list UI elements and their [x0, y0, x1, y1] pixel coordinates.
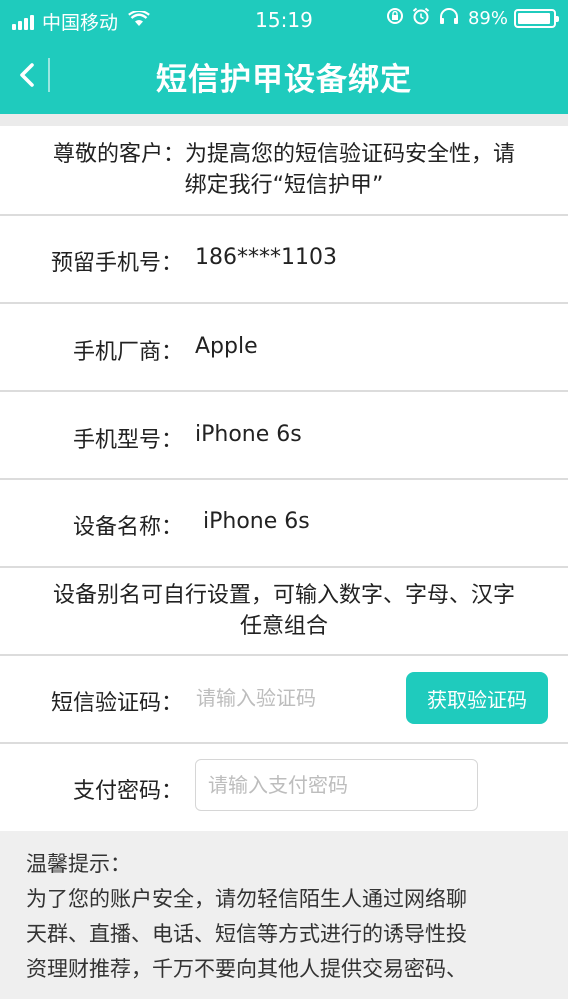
alias-hint-line-2: 任意组合: [239, 614, 328, 639]
tips-section: 温馨提示： 为了您的账户安全，请勿轻信陌生人通过网络聊 天群、直播、电话、短信等…: [0, 831, 568, 999]
phone-label: 预留手机号：: [50, 251, 183, 276]
alias-hint: 设备别名可自行设置，可输入数字、字母、汉字 任意组合: [0, 568, 568, 656]
tips-line-3: 资理财推荐，千万不要向其他人提供交易密码、: [26, 957, 467, 981]
tips-line-1: 为了您的账户安全，请勿轻信陌生人通过网络聊: [26, 887, 467, 911]
rotation-lock-icon: [386, 7, 404, 30]
app-header: 中国移动 15:19 89% 短信护甲设备绑定: [0, 0, 568, 114]
model-label: 手机型号：: [72, 428, 183, 453]
model-row: 手机型号： iPhone 6s: [0, 392, 568, 480]
phone-value: 186****1103: [195, 245, 337, 270]
sms-code-input[interactable]: [196, 676, 386, 720]
maker-label: 手机厂商：: [72, 340, 183, 365]
password-input[interactable]: [195, 759, 478, 811]
section-gap: [0, 114, 568, 126]
alias-hint-line-1: 设备别名可自行设置，可输入数字、字母、汉字: [52, 583, 515, 608]
tips-line-2: 天群、直播、电话、短信等方式进行的诱导性投: [26, 922, 467, 946]
password-label: 支付密码：: [72, 779, 183, 804]
device-name-label: 设备名称：: [72, 515, 183, 540]
status-right: 89%: [378, 7, 559, 30]
binding-notice: 尊敬的客户：为提高您的短信验证码安全性，请 绑定我行“短信护甲”: [0, 126, 568, 216]
sms-code-row: 短信验证码： 获取验证码: [0, 656, 568, 744]
notice-line-1: 尊敬的客户：为提高您的短信验证码安全性，请: [52, 142, 515, 167]
status-bar: 中国移动 15:19 89%: [0, 0, 568, 38]
battery-percent: 89%: [467, 8, 508, 29]
sms-code-label: 短信验证码：: [50, 691, 183, 716]
maker-value: Apple: [195, 334, 258, 359]
get-code-button[interactable]: 获取验证码: [406, 672, 548, 724]
headphones-icon: [438, 7, 460, 30]
password-row: 支付密码：: [0, 744, 568, 831]
model-value: iPhone 6s: [195, 422, 302, 447]
notice-line-2: 绑定我行“短信护甲”: [184, 173, 384, 198]
tips-title: 温馨提示：: [26, 852, 131, 876]
alarm-icon: [412, 7, 430, 30]
navigation-bar: 短信护甲设备绑定: [0, 40, 568, 110]
device-name-value: iPhone 6s: [203, 509, 310, 534]
page-title: 短信护甲设备绑定: [156, 62, 412, 98]
device-name-row: 设备名称： iPhone 6s: [0, 480, 568, 568]
phone-row: 预留手机号： 186****1103: [0, 216, 568, 304]
maker-row: 手机厂商： Apple: [0, 304, 568, 392]
battery-icon: [514, 9, 559, 28]
